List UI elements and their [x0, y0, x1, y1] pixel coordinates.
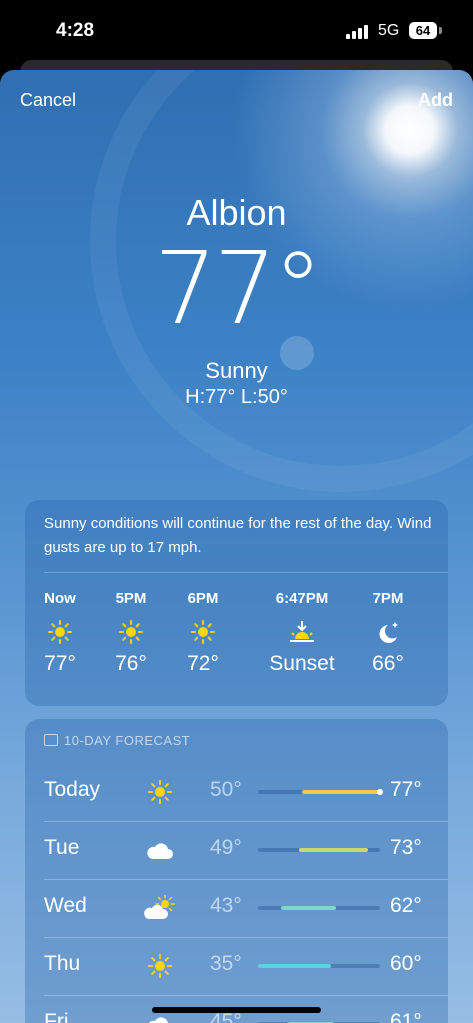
divider — [44, 572, 448, 573]
home-indicator[interactable] — [152, 1007, 321, 1013]
forecast-day: Wed — [44, 894, 87, 917]
temperature-range-bar — [258, 789, 383, 795]
high-temperature: 73° — [390, 836, 422, 859]
hour-label: 6PM — [187, 590, 219, 607]
high-temperature: 62° — [390, 894, 422, 917]
current-temperature: 77° — [153, 230, 323, 347]
hour-temperature: 76° — [115, 652, 147, 675]
hour-temperature: 72° — [187, 652, 219, 675]
hourly-item: 7PM 66° — [353, 590, 423, 676]
hour-label: Now — [44, 590, 76, 607]
sun-icon — [25, 612, 95, 652]
current-condition: Sunny — [205, 358, 268, 383]
temperature-range-fill — [298, 848, 369, 852]
battery-icon: 64 — [409, 22, 437, 39]
partly-sunny-icon — [143, 893, 177, 923]
status-time: 4:28 — [56, 20, 95, 41]
hour-label: 8 — [427, 590, 448, 612]
hour-label: 5PM — [115, 590, 147, 607]
city-name: Albion — [186, 192, 287, 233]
hourly-item: 6:47PM Sunset — [257, 590, 347, 676]
hourly-item: 8 6 — [427, 590, 448, 676]
hourly-item: Now 77° — [25, 590, 95, 676]
low-temperature: 35° — [210, 952, 242, 975]
status-bar: 4:28 5G 64 — [0, 0, 473, 64]
forecast-day: Today — [44, 778, 101, 801]
forecast-header: 10-DAY FORECAST — [44, 733, 190, 748]
high-temperature: 60° — [390, 952, 422, 975]
low-temperature: 43° — [210, 894, 242, 917]
temperature-range-fill — [301, 790, 380, 794]
forecast-row[interactable]: Today 50° 77° — [25, 763, 448, 821]
forecast-row[interactable]: Tue 49° 73° — [25, 821, 448, 879]
signal-icon — [346, 25, 370, 39]
forecast-day: Thu — [44, 952, 81, 975]
temperature-range-bar — [258, 906, 380, 910]
network-label: 5G — [378, 22, 400, 39]
sun-icon — [168, 612, 238, 652]
forecast-title: 10-DAY FORECAST — [64, 733, 191, 748]
hour-temperature: 66° — [372, 652, 404, 675]
add-button[interactable]: Add — [418, 90, 453, 111]
sun-icon — [96, 612, 166, 652]
low-temperature: 49° — [210, 836, 242, 859]
weather-sheet: Cancel Add Albion 77° Sunny H:77° L:50° … — [0, 70, 473, 1023]
high-temperature: 77° — [390, 778, 422, 801]
temperature-range-fill — [281, 906, 337, 910]
forecast-day: Fri — [44, 1010, 69, 1023]
hour-label: 7PM — [372, 590, 404, 607]
cloud-icon — [143, 835, 177, 865]
temperature-range-bar — [258, 848, 380, 852]
low-temperature: 50° — [210, 778, 242, 801]
temperature-range-bar — [258, 964, 380, 968]
forecast-day: Tue — [44, 836, 80, 859]
sun-icon — [143, 951, 177, 981]
hour-temperature: 6 — [427, 652, 448, 676]
ten-day-forecast-card[interactable]: 10-DAY FORECAST Today 50° 77° Tue 49° 73°… — [25, 719, 448, 1023]
forecast-summary: Sunny conditions will continue for the r… — [44, 515, 432, 556]
high-low: H:77° L:50° — [185, 386, 288, 408]
hourly-item: 6PM 72° — [168, 590, 238, 676]
hour-temperature: 77° — [44, 652, 76, 675]
temperature-range-fill — [258, 964, 331, 968]
current-temp-dot — [377, 789, 383, 795]
high-temperature: 61° — [390, 1010, 422, 1023]
hourly-item: 5PM 76° — [96, 590, 166, 676]
calendar-icon — [44, 734, 58, 746]
sun-icon — [143, 777, 177, 807]
hour-temperature: Sunset — [269, 652, 335, 675]
battery-cap — [439, 27, 442, 34]
hour-label: 6:47PM — [275, 590, 329, 607]
forecast-row[interactable]: Thu 35° 60° — [25, 937, 448, 995]
cancel-button[interactable]: Cancel — [20, 90, 76, 111]
forecast-row[interactable]: Wed 43° 62° — [25, 879, 448, 937]
moon-stars-icon — [353, 612, 423, 652]
moon-icon — [427, 612, 448, 652]
hourly-forecast-card[interactable]: Sunny conditions will continue for the r… — [25, 500, 448, 706]
sunset-icon — [257, 612, 347, 652]
